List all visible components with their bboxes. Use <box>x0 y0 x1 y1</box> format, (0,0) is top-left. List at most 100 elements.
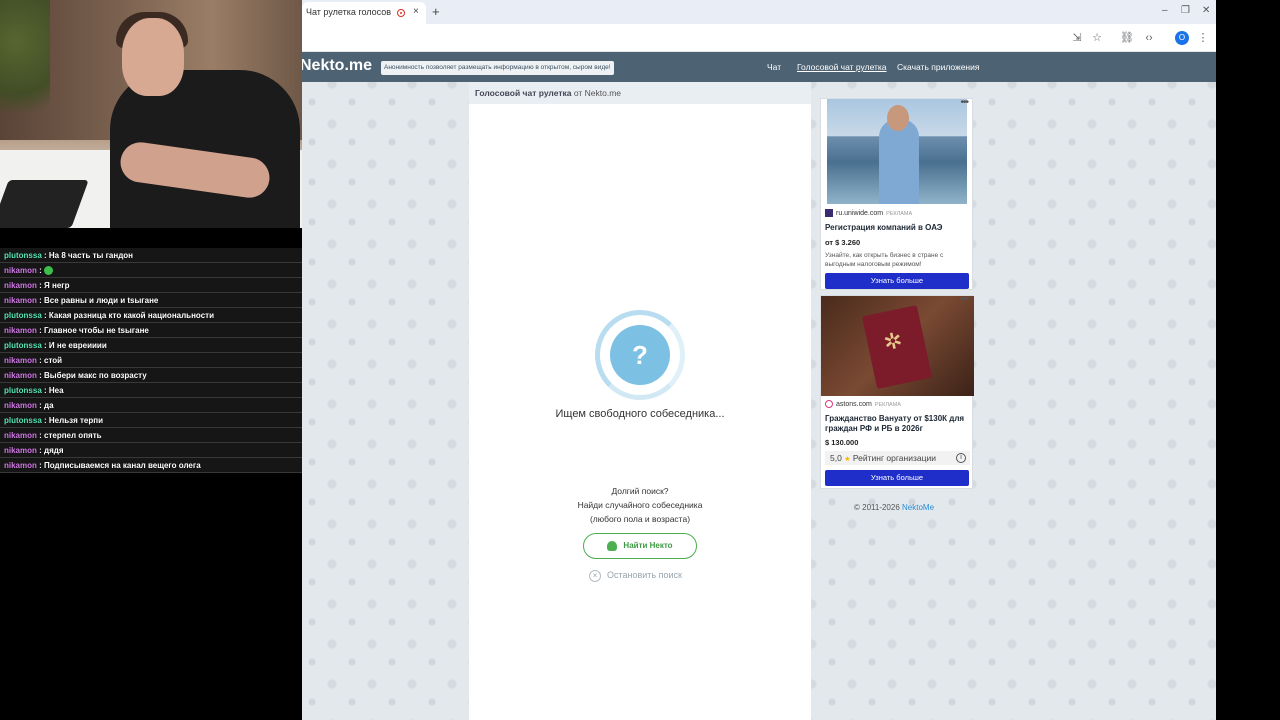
footer-link[interactable]: NektoMe <box>902 503 934 512</box>
chat-username: nikamon <box>4 326 37 335</box>
searching-status: Ищем свободного собеседника... <box>555 408 725 420</box>
ad-favicon <box>825 209 833 217</box>
tab-bar: Чат рулетка голосов × + – ❐ ✕ <box>302 0 1216 24</box>
chat-username: plutonssa <box>4 386 42 395</box>
chat-username: nikamon <box>4 446 37 455</box>
chat-message: plutonssa : Какая разница кто какой наци… <box>0 308 302 323</box>
chat-message: nikamon : стой <box>0 353 302 368</box>
minimize-button[interactable]: – <box>1162 5 1168 16</box>
chat-text: Я негр <box>44 281 70 290</box>
chat-username: nikamon <box>4 356 37 365</box>
recording-icon <box>397 9 405 17</box>
chat-message: nikamon : Я негр <box>0 278 302 293</box>
ad-image-businessman <box>827 99 967 204</box>
chat-message: plutonssa : Неа <box>0 383 302 398</box>
long-search-hint: Долгий поиск? Найди случайного собеседни… <box>469 484 811 526</box>
nav-voice-chat[interactable]: Голосовой чат рулетка <box>797 62 887 72</box>
site-banner: Анонимность позволяет размещать информац… <box>381 61 614 75</box>
chat-username: nikamon <box>4 461 37 470</box>
chat-text: Нельзя терпи <box>48 416 103 425</box>
nav-download-apps[interactable]: Скачать приложения <box>897 62 979 72</box>
site-header: Nekto.me Анонимность позволяет размещать… <box>302 52 1216 82</box>
browser-window: Чат рулетка голосов × + – ❐ ✕ ⇲ ☆ ⛓ ‹› O… <box>302 0 1216 720</box>
ad-description: Узнайте, как открыть бизнес в стране с в… <box>825 252 944 268</box>
maximize-button[interactable]: ❐ <box>1181 5 1190 16</box>
panel-title: Голосовой чат рулетка <box>475 88 572 98</box>
menu-kebab-icon[interactable]: ⋮ <box>1196 31 1210 45</box>
chat-message: nikamon : дядя <box>0 443 302 458</box>
whatsapp-emoji-icon <box>44 266 54 276</box>
long-search-line-3: (любого пола и возраста) <box>589 514 691 524</box>
ad-title[interactable]: Гражданство Вануату от $130К для граждан… <box>825 414 972 434</box>
chat-text: стерпел опять <box>44 431 102 440</box>
panel-header: Голосовой чат рулетка от Nekto.me <box>469 82 811 104</box>
ad-cta-button[interactable]: Узнать больше <box>825 470 969 486</box>
chat-text: Главное чтобы не tsыгане <box>44 326 149 335</box>
chat-username: plutonssa <box>4 341 42 350</box>
chat-message: nikamon : Выбери макс по возрасту <box>0 368 302 383</box>
nav-chat[interactable]: Чат <box>767 62 781 72</box>
tab-active[interactable]: Чат рулетка голосов × <box>302 2 426 24</box>
info-icon[interactable]: i <box>956 453 966 463</box>
ad-cta-button[interactable]: Узнать больше <box>825 273 969 289</box>
chat-text: да <box>44 401 54 410</box>
ad-source: astons.com РЕКЛАМА <box>825 400 901 408</box>
chat-text: Какая разница кто какой национальности <box>48 311 214 320</box>
stream-chat-overlay: plutonssa : На 8 часть ты гандон nikamon … <box>0 248 302 473</box>
chat-message: nikamon : Все равны и люди и tsыгане <box>0 293 302 308</box>
ad-image-passport <box>821 296 974 396</box>
search-spinner: ? <box>595 310 685 400</box>
close-window-button[interactable]: ✕ <box>1202 5 1210 16</box>
chat-text: Неа <box>48 386 64 395</box>
chat-message: nikamon : <box>0 263 302 278</box>
site-footer: © 2011-2026 NektoMe <box>854 503 935 512</box>
chat-message: plutonssa : И не евреииии <box>0 338 302 353</box>
chat-username: nikamon <box>4 431 37 440</box>
ad-menu-icon[interactable]: ••• <box>960 294 968 305</box>
ad-source: ru.uniwide.com РЕКЛАМА <box>825 209 912 217</box>
code-icon[interactable]: ‹› <box>1142 31 1156 45</box>
stop-search-label: Остановить поиск <box>607 570 682 580</box>
find-nekto-label: Найти Некто <box>623 541 673 550</box>
chat-username: nikamon <box>4 266 37 275</box>
stop-circle-icon: × <box>589 570 601 582</box>
ad-price: $ 130.000 <box>825 438 859 447</box>
panel-title-suffix: от Nekto.me <box>571 88 622 98</box>
chat-text: Все равны и люди и tsыгане <box>44 296 159 305</box>
site-logo[interactable]: Nekto.me <box>302 57 372 75</box>
chat-text: И не евреииии <box>48 341 107 350</box>
ad-card-vanuatu[interactable]: ••• astons.comРЕКЛАМА Гражданство Вануат… <box>820 294 974 489</box>
ad-menu-icon[interactable]: ••• <box>960 97 968 108</box>
install-app-icon[interactable]: ⇲ <box>1070 31 1084 45</box>
find-nekto-button[interactable]: Найти Некто <box>583 533 697 559</box>
chat-text: Выбери макс по возрасту <box>44 371 147 380</box>
chat-text: Подписываемся на канал вещего олега <box>44 461 201 470</box>
tab-close-icon[interactable]: × <box>413 6 419 17</box>
star-icon: ★ <box>844 456 851 463</box>
browser-toolbar: ⇲ ☆ ⛓ ‹› O ⋮ <box>302 24 1216 52</box>
chat-message: plutonssa : На 8 часть ты гандон <box>0 248 302 263</box>
chat-username: plutonssa <box>4 311 42 320</box>
link-icon[interactable]: ⛓ <box>1120 31 1134 45</box>
chat-text: стой <box>44 356 63 365</box>
tab-title: Чат рулетка голосов <box>306 7 391 17</box>
long-search-line-2: Найди случайного собеседника <box>577 500 703 510</box>
chat-text: дядя <box>44 446 64 455</box>
chat-panel: Голосовой чат рулетка от Nekto.me ? Ищем… <box>469 82 811 720</box>
ad-card-uae[interactable]: ••• ru.uniwide.com РЕКЛАМА Регистрация ко… <box>820 97 973 290</box>
nekto-site: Nekto.me Анонимность позволяет размещать… <box>302 52 1216 720</box>
ad-favicon <box>825 400 833 408</box>
chat-message: plutonssa : Нельзя терпи <box>0 413 302 428</box>
ad-rating: 5,0 ★ Рейтинг организации i <box>825 451 970 465</box>
ad-title[interactable]: Регистрация компаний в ОАЭ <box>825 223 942 233</box>
bookmark-star-icon[interactable]: ☆ <box>1090 31 1104 45</box>
chat-username: nikamon <box>4 371 37 380</box>
new-tab-button[interactable]: + <box>432 4 440 19</box>
chat-username: nikamon <box>4 296 37 305</box>
profile-avatar[interactable]: O <box>1175 31 1189 45</box>
stop-search-button[interactable]: × Остановить поиск <box>589 570 682 582</box>
chat-message: nikamon : Главное чтобы не tsыгане <box>0 323 302 338</box>
chat-username: nikamon <box>4 401 37 410</box>
user-search-icon <box>607 540 618 551</box>
long-search-line-1: Долгий поиск? <box>611 486 669 496</box>
